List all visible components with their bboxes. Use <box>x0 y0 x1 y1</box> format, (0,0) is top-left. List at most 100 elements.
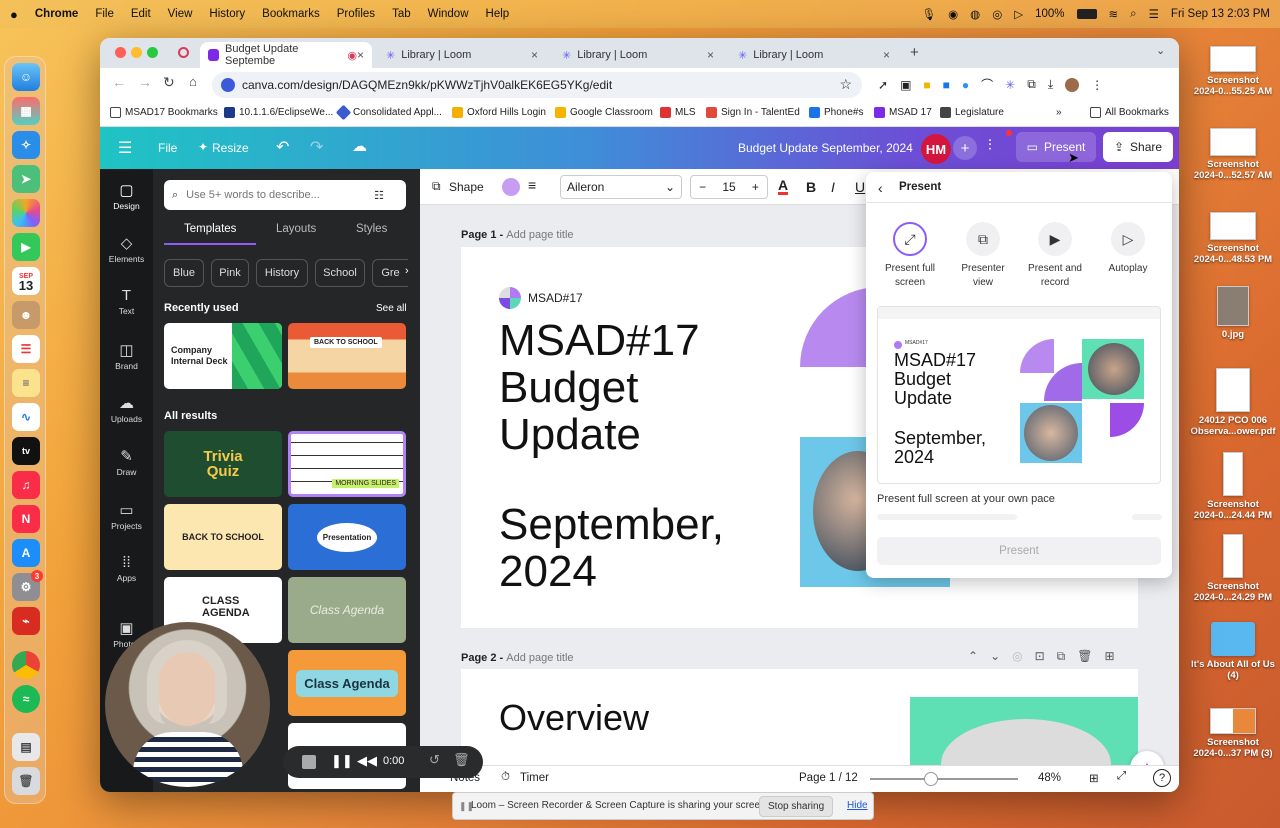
reload-icon[interactable]: ↻ <box>163 74 175 91</box>
file-menu-button[interactable]: File <box>158 141 177 155</box>
option-present-and-record[interactable]: ▶ Present and record <box>1015 222 1095 290</box>
photos-icon[interactable] <box>12 199 40 227</box>
template-card[interactable]: Trivia Quiz <box>164 431 282 497</box>
template-card[interactable]: Company Internal Deck <box>164 323 282 389</box>
music-icon[interactable]: ♫ <box>12 471 40 499</box>
fill-color-swatch[interactable] <box>502 178 520 196</box>
rewind-icon[interactable]: ◀◀ <box>357 753 377 769</box>
template-card[interactable]: Class Agenda <box>288 650 406 716</box>
spotlight-icon[interactable]: ⌕ <box>1130 8 1136 21</box>
extension-zoom-icon[interactable]: ● <box>962 78 969 92</box>
extension-loom-icon[interactable]: ✳ <box>1005 78 1015 92</box>
font-size-value[interactable]: 15 <box>722 180 735 194</box>
bookmark-eclipse[interactable]: 10.1.1.6/EclipseWe... <box>224 107 333 118</box>
chip-pink[interactable]: Pink <box>211 259 249 287</box>
notes-icon[interactable]: ≡ <box>12 369 40 397</box>
add-page-title[interactable]: Add page title <box>506 652 573 664</box>
desktop-file[interactable]: 0.jpg <box>1190 286 1276 340</box>
menu-file[interactable]: File <box>95 8 114 20</box>
desktop-folder[interactable]: It's About All of Us (4) <box>1190 622 1276 681</box>
contacts-icon[interactable]: ☻ <box>12 301 40 329</box>
template-card[interactable]: Presentation <box>288 504 406 570</box>
delete-recording-icon[interactable]: 🗑 <box>453 752 470 768</box>
rail-apps[interactable]: ⁞⁞ Apps <box>100 554 153 583</box>
close-tab-icon[interactable]: × <box>531 48 538 62</box>
extension-screencast-icon[interactable]: ▣ <box>900 78 911 92</box>
loom-status-icon[interactable]: ◉ <box>948 7 958 21</box>
desktop-file[interactable]: Screenshot 2024-0...55.25 AM <box>1190 46 1276 97</box>
template-card[interactable]: BACK TO SCHOOL <box>288 323 406 389</box>
back-icon[interactable]: ‹ <box>878 180 883 196</box>
tab-search-icon[interactable]: ⌄ <box>1156 44 1165 57</box>
move-up-icon[interactable]: ⌃ <box>968 649 978 664</box>
present-confirm-button[interactable]: Present <box>877 537 1161 565</box>
desktop-file[interactable]: Screenshot 2024-0...52.57 AM <box>1190 128 1276 181</box>
see-all-link[interactable]: See all <box>376 303 407 314</box>
zoom-slider[interactable] <box>870 772 1018 786</box>
rail-uploads[interactable]: ☁ Uploads <box>100 394 153 424</box>
pause-icon[interactable]: ❚❚ <box>331 753 353 769</box>
apple-menu-icon[interactable]: ● <box>10 7 18 22</box>
tab-layouts[interactable]: Layouts <box>276 223 316 235</box>
user-avatar[interactable]: HM <box>921 134 951 164</box>
resize-button[interactable]: Resize <box>212 141 249 155</box>
rail-design[interactable]: ▢ Design <box>100 181 153 211</box>
delete-icon[interactable]: 🗑 <box>1077 649 1092 664</box>
fullscreen-icon[interactable]: ⤢ <box>1117 770 1126 783</box>
site-info-icon[interactable] <box>221 78 235 92</box>
bookmark-phones[interactable]: Phone#s <box>809 107 863 118</box>
template-card[interactable]: BACK TO SCHOOL <box>164 504 282 570</box>
rail-projects[interactable]: ▭ Projects <box>100 501 153 531</box>
decrease-size-button[interactable]: − <box>699 180 706 194</box>
rail-brand[interactable]: ◫ Brand <box>100 341 153 371</box>
chip-blue[interactable]: Blue <box>164 259 204 287</box>
help-button[interactable]: ? <box>1153 769 1171 787</box>
date-text[interactable]: September, 2024 <box>499 501 724 595</box>
appstore-icon[interactable]: A <box>12 539 40 567</box>
tab-loom[interactable]: ✳ Library | Loom × <box>554 42 722 68</box>
app-menu[interactable]: Chrome <box>35 8 78 20</box>
desktop-file[interactable]: Screenshot 2024-0...37 PM (3) <box>1190 708 1276 759</box>
chrome-icon[interactable] <box>12 651 40 679</box>
title-text[interactable]: MSAD#17 Budget Update <box>499 317 700 458</box>
underline-icon[interactable]: U <box>855 179 865 195</box>
loom-camera-bubble[interactable] <box>105 622 270 787</box>
hamburger-menu-icon[interactable]: ☰ <box>118 138 132 158</box>
add-page-icon[interactable]: ⊞ <box>1104 649 1114 664</box>
url-field[interactable]: canva.com/design/DAGQMEzn9kk/pKWWzTjhV0a… <box>212 72 862 98</box>
rail-draw[interactable]: ✎ Draw <box>100 447 153 477</box>
spotify-icon[interactable]: ≈ <box>12 685 40 713</box>
italic-icon[interactable]: I <box>831 179 835 195</box>
move-down-icon[interactable]: ⌄ <box>990 649 1000 664</box>
bookmark-star-icon[interactable]: ☆ <box>839 76 852 93</box>
share-button[interactable]: ⇪ Share <box>1103 132 1173 162</box>
hide-button[interactable]: Hide <box>847 800 868 811</box>
desktop-file[interactable]: 24012 PCO 006 Observa...ower.pdf <box>1190 368 1276 437</box>
insights-icon[interactable]: ⫶ <box>988 137 992 154</box>
stop-recording-icon[interactable] <box>302 755 316 769</box>
extensions-puzzle-icon[interactable]: ⧉ <box>1027 77 1036 92</box>
lock-icon[interactable]: ⊡ <box>1035 649 1045 664</box>
clock[interactable]: Fri Sep 13 2:03 PM <box>1171 8 1270 20</box>
tab-loom[interactable]: ✳ Library | Loom × <box>378 42 546 68</box>
zoom-level[interactable]: 48% <box>1038 772 1061 784</box>
bookmark-legislature[interactable]: Legislature <box>940 107 1004 118</box>
chip-school[interactable]: School <box>315 259 365 287</box>
add-collaborator-icon[interactable]: + <box>953 136 977 160</box>
menu-help[interactable]: Help <box>486 8 510 20</box>
calendar-icon[interactable]: SEP 13 <box>12 267 40 295</box>
finder-icon[interactable]: ☺ <box>12 63 40 91</box>
chip-green[interactable]: Gre <box>372 259 408 287</box>
new-tab-button[interactable]: + <box>910 44 919 61</box>
desktop-file[interactable]: Screenshot 2024-0...24.29 PM <box>1190 534 1276 603</box>
template-card[interactable]: MORNING SLIDES <box>288 431 406 497</box>
page1-label[interactable]: Page 1 - Add page title <box>461 229 574 241</box>
launchpad-icon[interactable]: ▦ <box>12 97 40 125</box>
chip-history[interactable]: History <box>256 259 308 287</box>
bookmark-msad17-site[interactable]: MSAD 17 <box>874 107 932 118</box>
border-style-icon[interactable]: ≡ <box>528 177 536 193</box>
timer-button[interactable]: Timer <box>520 772 549 784</box>
close-tab-icon[interactable]: × <box>883 48 890 62</box>
duplicate-icon[interactable]: ⧉ <box>1057 649 1066 664</box>
undo-icon[interactable]: ↶ <box>276 137 289 157</box>
